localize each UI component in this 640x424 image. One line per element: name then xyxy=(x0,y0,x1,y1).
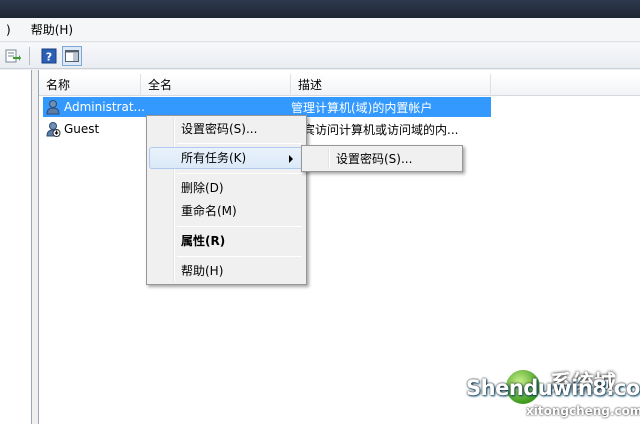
column-header-name[interactable]: 名称 xyxy=(39,74,141,96)
menu-separator xyxy=(177,256,302,257)
column-header-description[interactable]: 描述 xyxy=(291,74,491,96)
menu-item-rename[interactable]: 重命名(M) xyxy=(149,200,304,222)
window-titlebar xyxy=(0,0,640,18)
cell-description: 来宾访问计算机或访问域的内... xyxy=(291,122,459,137)
cell-name: Administrat... xyxy=(43,99,145,115)
show-hide-action-pane-icon[interactable] xyxy=(62,45,82,66)
console-tree-pane[interactable] xyxy=(0,70,32,424)
context-menu: 设置密码(S)... 所有任务(K) 删除(D) 重命名(M) 属性(R) 帮助… xyxy=(146,115,307,285)
menu-item-help[interactable]: 帮助(H) xyxy=(25,20,79,40)
user-name: Guest xyxy=(64,122,100,136)
menu-item-help[interactable]: 帮助(H) xyxy=(149,260,304,282)
disabled-user-icon xyxy=(46,122,61,137)
list-header: 名称 全名 描述 xyxy=(39,74,640,96)
cell-name: Guest xyxy=(43,121,141,137)
menu-bar: ) 帮助(H) xyxy=(0,18,640,42)
menu-separator xyxy=(177,173,302,174)
toolbar-separator xyxy=(29,46,30,65)
toolbar: ? xyxy=(0,43,640,69)
submenu-item-set-password[interactable]: 设置密码(S)... xyxy=(304,148,460,170)
menu-separator xyxy=(177,226,302,227)
watermark: 系统城 Shenduwin8.com xitongcheng.com xyxy=(462,364,640,422)
menu-item-set-password[interactable]: 设置密码(S)... xyxy=(149,118,304,140)
menu-item-properties[interactable]: 属性(R) xyxy=(149,230,304,252)
menu-item-delete[interactable]: 删除(D) xyxy=(149,177,304,199)
cell-description: 管理计算机(域)的内置帐户 xyxy=(291,100,433,115)
help-icon[interactable]: ? xyxy=(39,46,59,66)
menu-separator xyxy=(177,143,302,144)
user-icon xyxy=(46,100,60,115)
svg-text:?: ? xyxy=(46,50,52,63)
user-name: Administrat... xyxy=(64,100,145,114)
watermark-main: Shenduwin8.com xyxy=(466,376,640,400)
table-row[interactable]: Administrat... 管理计算机(域)的内置帐户 xyxy=(43,97,491,117)
menu-item-all-tasks[interactable]: 所有任务(K) xyxy=(149,147,304,169)
submenu-arrow-icon xyxy=(289,155,293,163)
menu-item-view-fragment[interactable]: ) xyxy=(0,20,17,40)
watermark-sub: xitongcheng.com xyxy=(526,404,640,418)
export-list-icon[interactable] xyxy=(3,46,23,66)
submenu: 设置密码(S)... xyxy=(301,145,463,172)
menu-item-label: 所有任务(K) xyxy=(181,151,247,165)
column-header-fullname[interactable]: 全名 xyxy=(141,74,291,96)
